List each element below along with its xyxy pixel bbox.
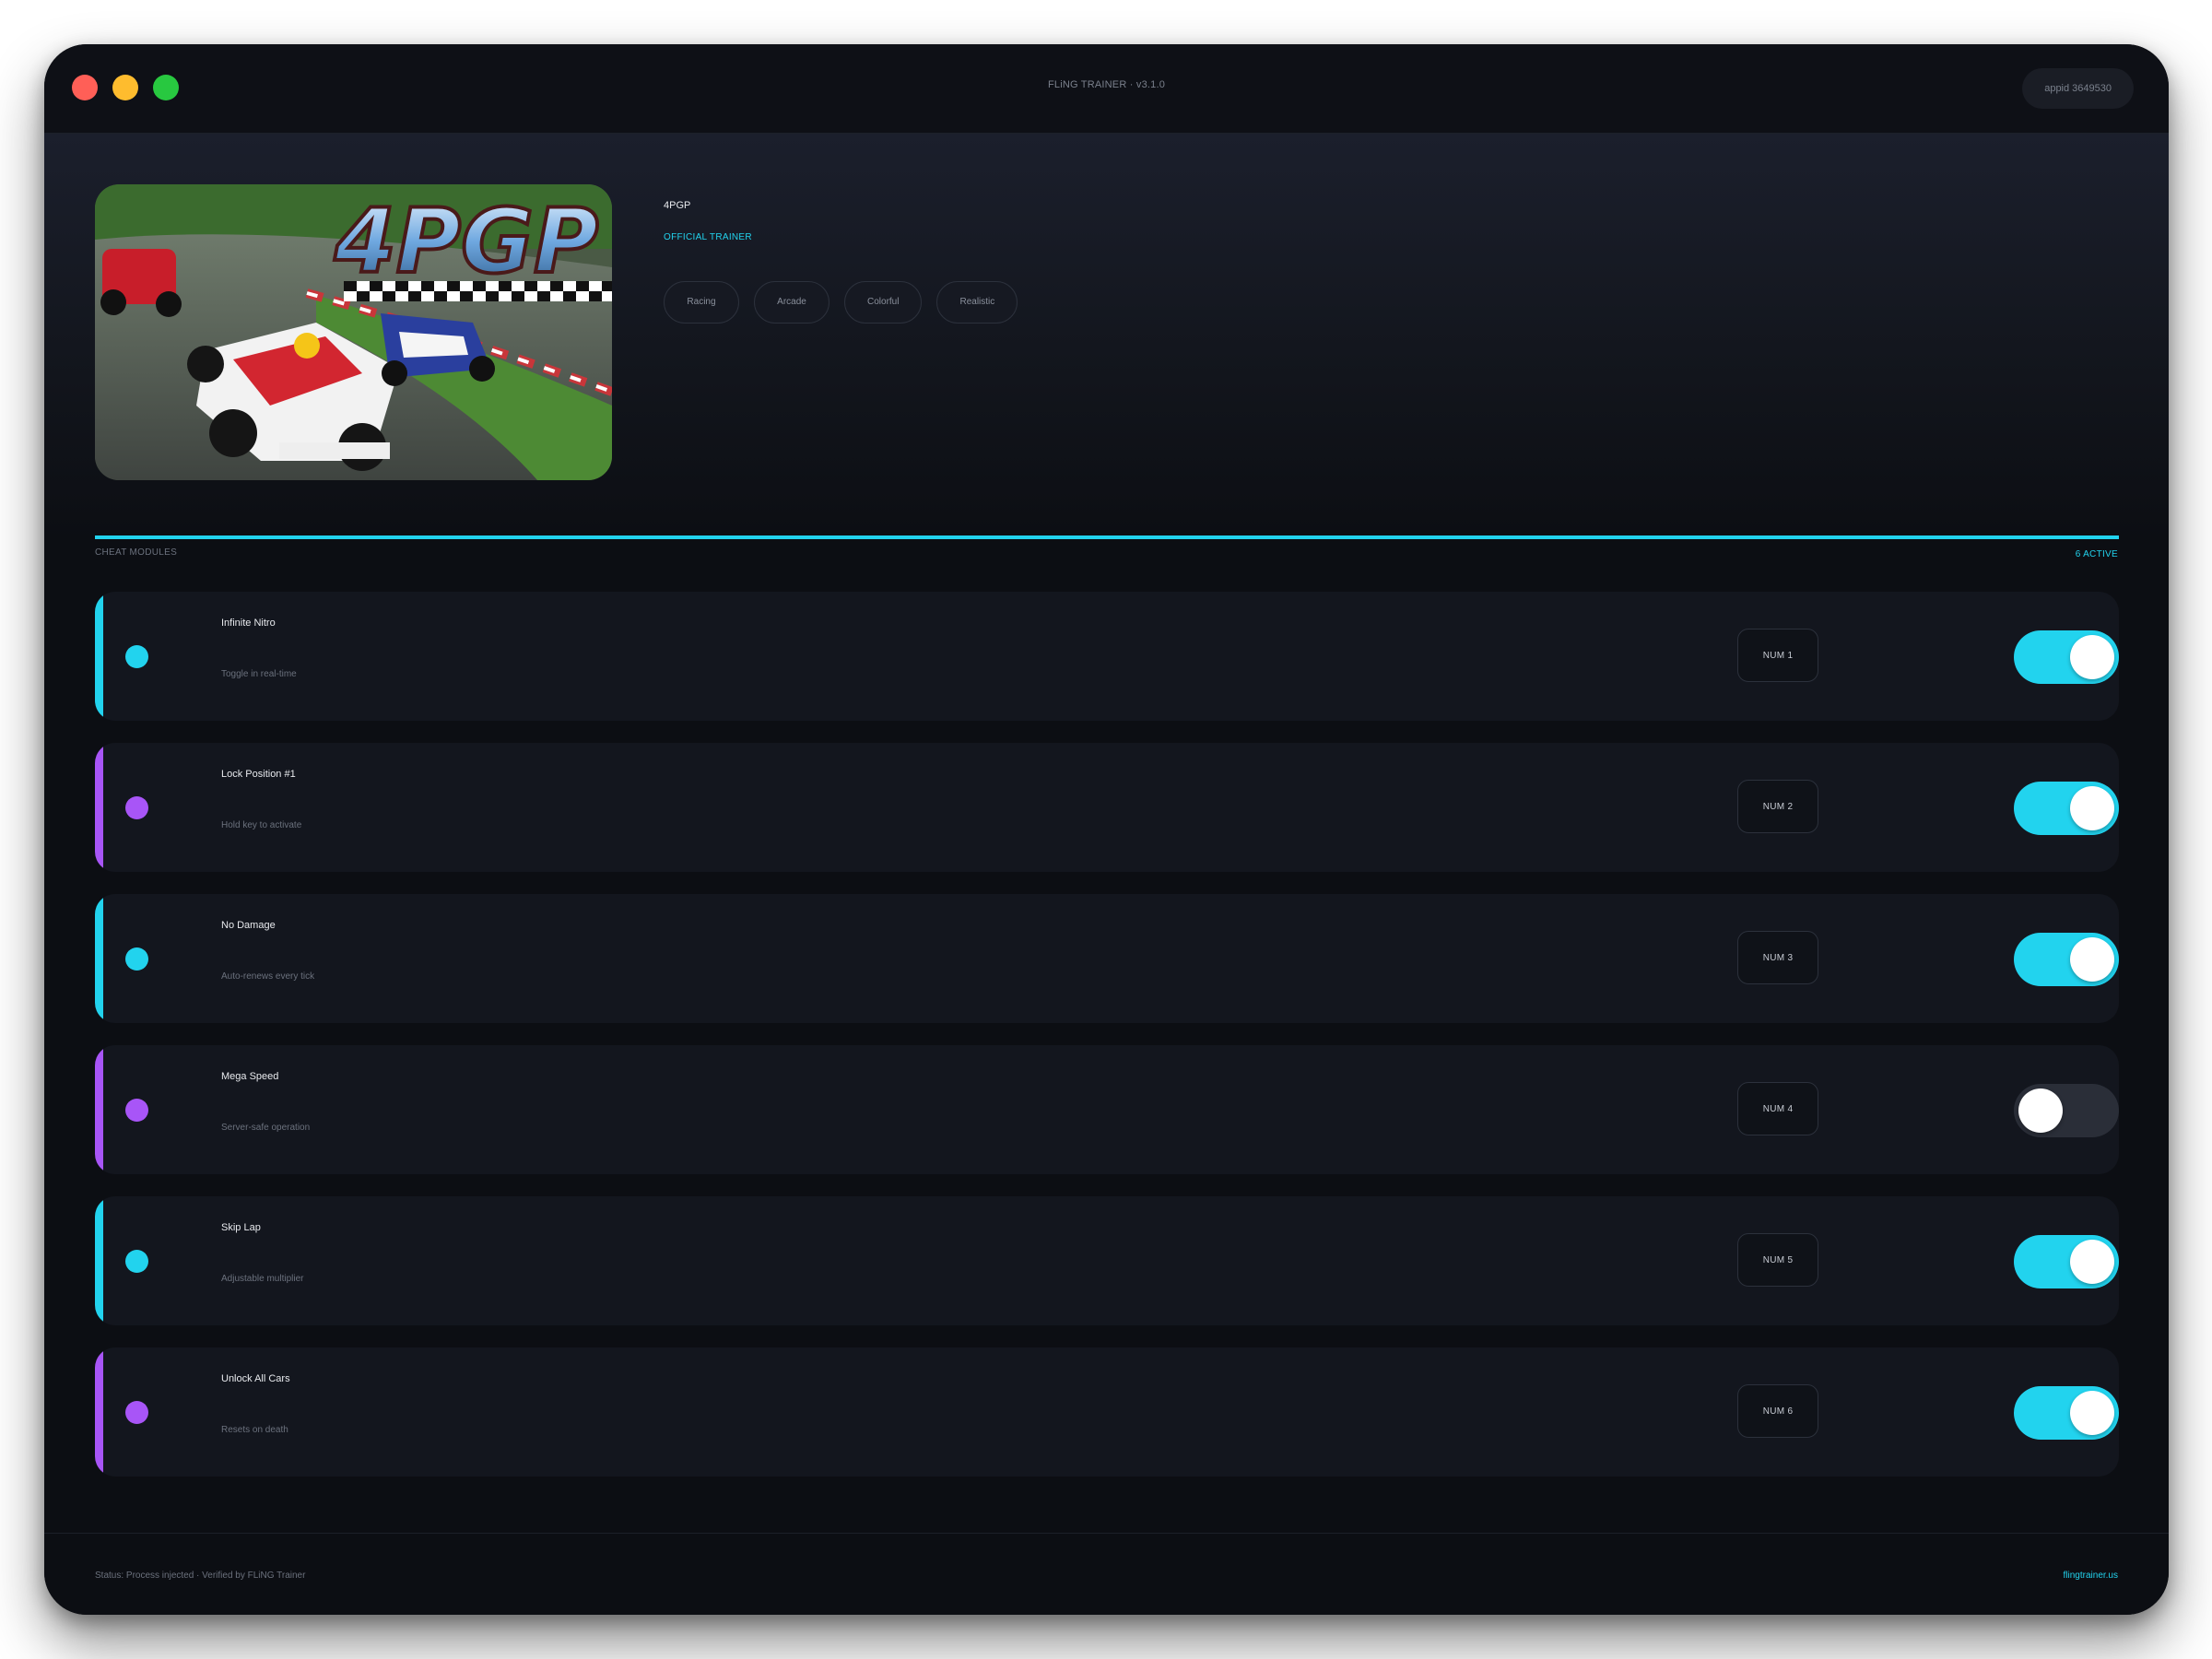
- cheat-description: Server-safe operation: [221, 1123, 311, 1133]
- tag-racing[interactable]: Racing: [664, 281, 739, 324]
- cheat-row: No Damage Auto-renews every tick NUM 3: [95, 894, 2119, 1023]
- toggle-knob: [2018, 1088, 2063, 1133]
- cheat-accent-bar: [95, 592, 103, 721]
- website-link[interactable]: flingtrainer.us: [2064, 1571, 2118, 1581]
- status-dot-icon: [125, 1099, 148, 1122]
- trainer-window: FLiNG TRAINER · v3.1.0 appid 3649530 4PG…: [44, 44, 2169, 1615]
- cheat-name: Skip Lap: [221, 1222, 261, 1233]
- genre-tags: Racing Arcade Colorful Realistic: [664, 281, 1018, 324]
- active-count: 6 ACTIVE: [2075, 549, 2118, 559]
- window-title: FLiNG TRAINER · v3.1.0: [1047, 79, 1166, 90]
- hotkey-badge[interactable]: NUM 3: [1737, 931, 1818, 984]
- hotkey-badge[interactable]: NUM 6: [1737, 1384, 1818, 1438]
- appid-badge: appid 3649530: [2022, 68, 2134, 109]
- cheat-toggle[interactable]: [2014, 1386, 2119, 1440]
- cheat-toggle[interactable]: [2014, 782, 2119, 835]
- cheat-name: Infinite Nitro: [221, 618, 276, 629]
- cheat-modules-label: CHEAT MODULES: [95, 547, 178, 558]
- status-text: Status: Process injected · Verified by F…: [95, 1571, 306, 1581]
- status-dot-icon: [125, 947, 148, 971]
- tag-colorful[interactable]: Colorful: [844, 281, 923, 324]
- hotkey-badge[interactable]: NUM 4: [1737, 1082, 1818, 1135]
- hotkey-badge[interactable]: NUM 1: [1737, 629, 1818, 682]
- cheat-row: Lock Position #1 Hold key to activate NUM …: [95, 743, 2119, 872]
- cheat-row: Infinite Nitro Toggle in real-time NUM 1: [95, 592, 2119, 721]
- cheat-accent-bar: [95, 1347, 103, 1477]
- cover-illustration: 4PGP: [95, 184, 612, 480]
- toggle-knob: [2070, 786, 2114, 830]
- cheat-name: No Damage: [221, 920, 276, 931]
- cheat-row: Mega Speed Server-safe operation NUM 4: [95, 1045, 2119, 1174]
- cheat-toggle[interactable]: [2014, 1084, 2119, 1137]
- cheat-accent-bar: [95, 743, 103, 872]
- cheat-accent-bar: [95, 1045, 103, 1174]
- toggle-knob: [2070, 937, 2114, 982]
- cheat-toggle[interactable]: [2014, 933, 2119, 986]
- status-dot-icon: [125, 1401, 148, 1424]
- cheat-name: Unlock All Cars: [221, 1373, 290, 1384]
- cheat-description: Resets on death: [221, 1425, 288, 1435]
- cheat-list: Infinite Nitro Toggle in real-time NUM 1 Lo…: [95, 592, 2119, 1499]
- cheat-accent-bar: [95, 894, 103, 1023]
- toggle-knob: [2070, 1240, 2114, 1284]
- tag-realistic[interactable]: Realistic: [936, 281, 1018, 324]
- cheat-name: Lock Position #1: [221, 769, 296, 780]
- cover-logo-text: 4PGP: [334, 190, 598, 293]
- hotkey-badge[interactable]: NUM 5: [1737, 1233, 1818, 1287]
- cheat-accent-bar: [95, 1196, 103, 1325]
- cheat-description: Hold key to activate: [221, 820, 302, 830]
- official-trainer-badge: OFFICIAL TRAINER: [664, 232, 752, 242]
- cheat-row: Unlock All Cars Resets on death NUM 6: [95, 1347, 2119, 1477]
- status-dot-icon: [125, 1250, 148, 1273]
- hotkey-badge[interactable]: NUM 2: [1737, 780, 1818, 833]
- game-cover-art: 4PGP: [95, 184, 612, 480]
- status-dot-icon: [125, 796, 148, 819]
- cheat-toggle[interactable]: [2014, 630, 2119, 684]
- cheat-name: Mega Speed: [221, 1071, 279, 1082]
- footer: Status: Process injected · Verified by F…: [44, 1533, 2169, 1615]
- section-divider: [95, 535, 2119, 539]
- cheat-description: Toggle in real-time: [221, 669, 297, 679]
- cheat-description: Auto-renews every tick: [221, 971, 315, 982]
- game-header: 4PGP 4PGP OFFICIAL TRAINER Racing Arcade…: [44, 134, 2169, 539]
- tag-arcade[interactable]: Arcade: [754, 281, 830, 324]
- toggle-knob: [2070, 635, 2114, 679]
- cheat-description: Adjustable multiplier: [221, 1274, 304, 1284]
- cheat-row: Skip Lap Adjustable multiplier NUM 5: [95, 1196, 2119, 1325]
- game-title: 4PGP: [664, 200, 691, 211]
- toggle-knob: [2070, 1391, 2114, 1435]
- title-bar: FLiNG TRAINER · v3.1.0 appid 3649530: [44, 44, 2169, 134]
- status-dot-icon: [125, 645, 148, 668]
- cheat-toggle[interactable]: [2014, 1235, 2119, 1288]
